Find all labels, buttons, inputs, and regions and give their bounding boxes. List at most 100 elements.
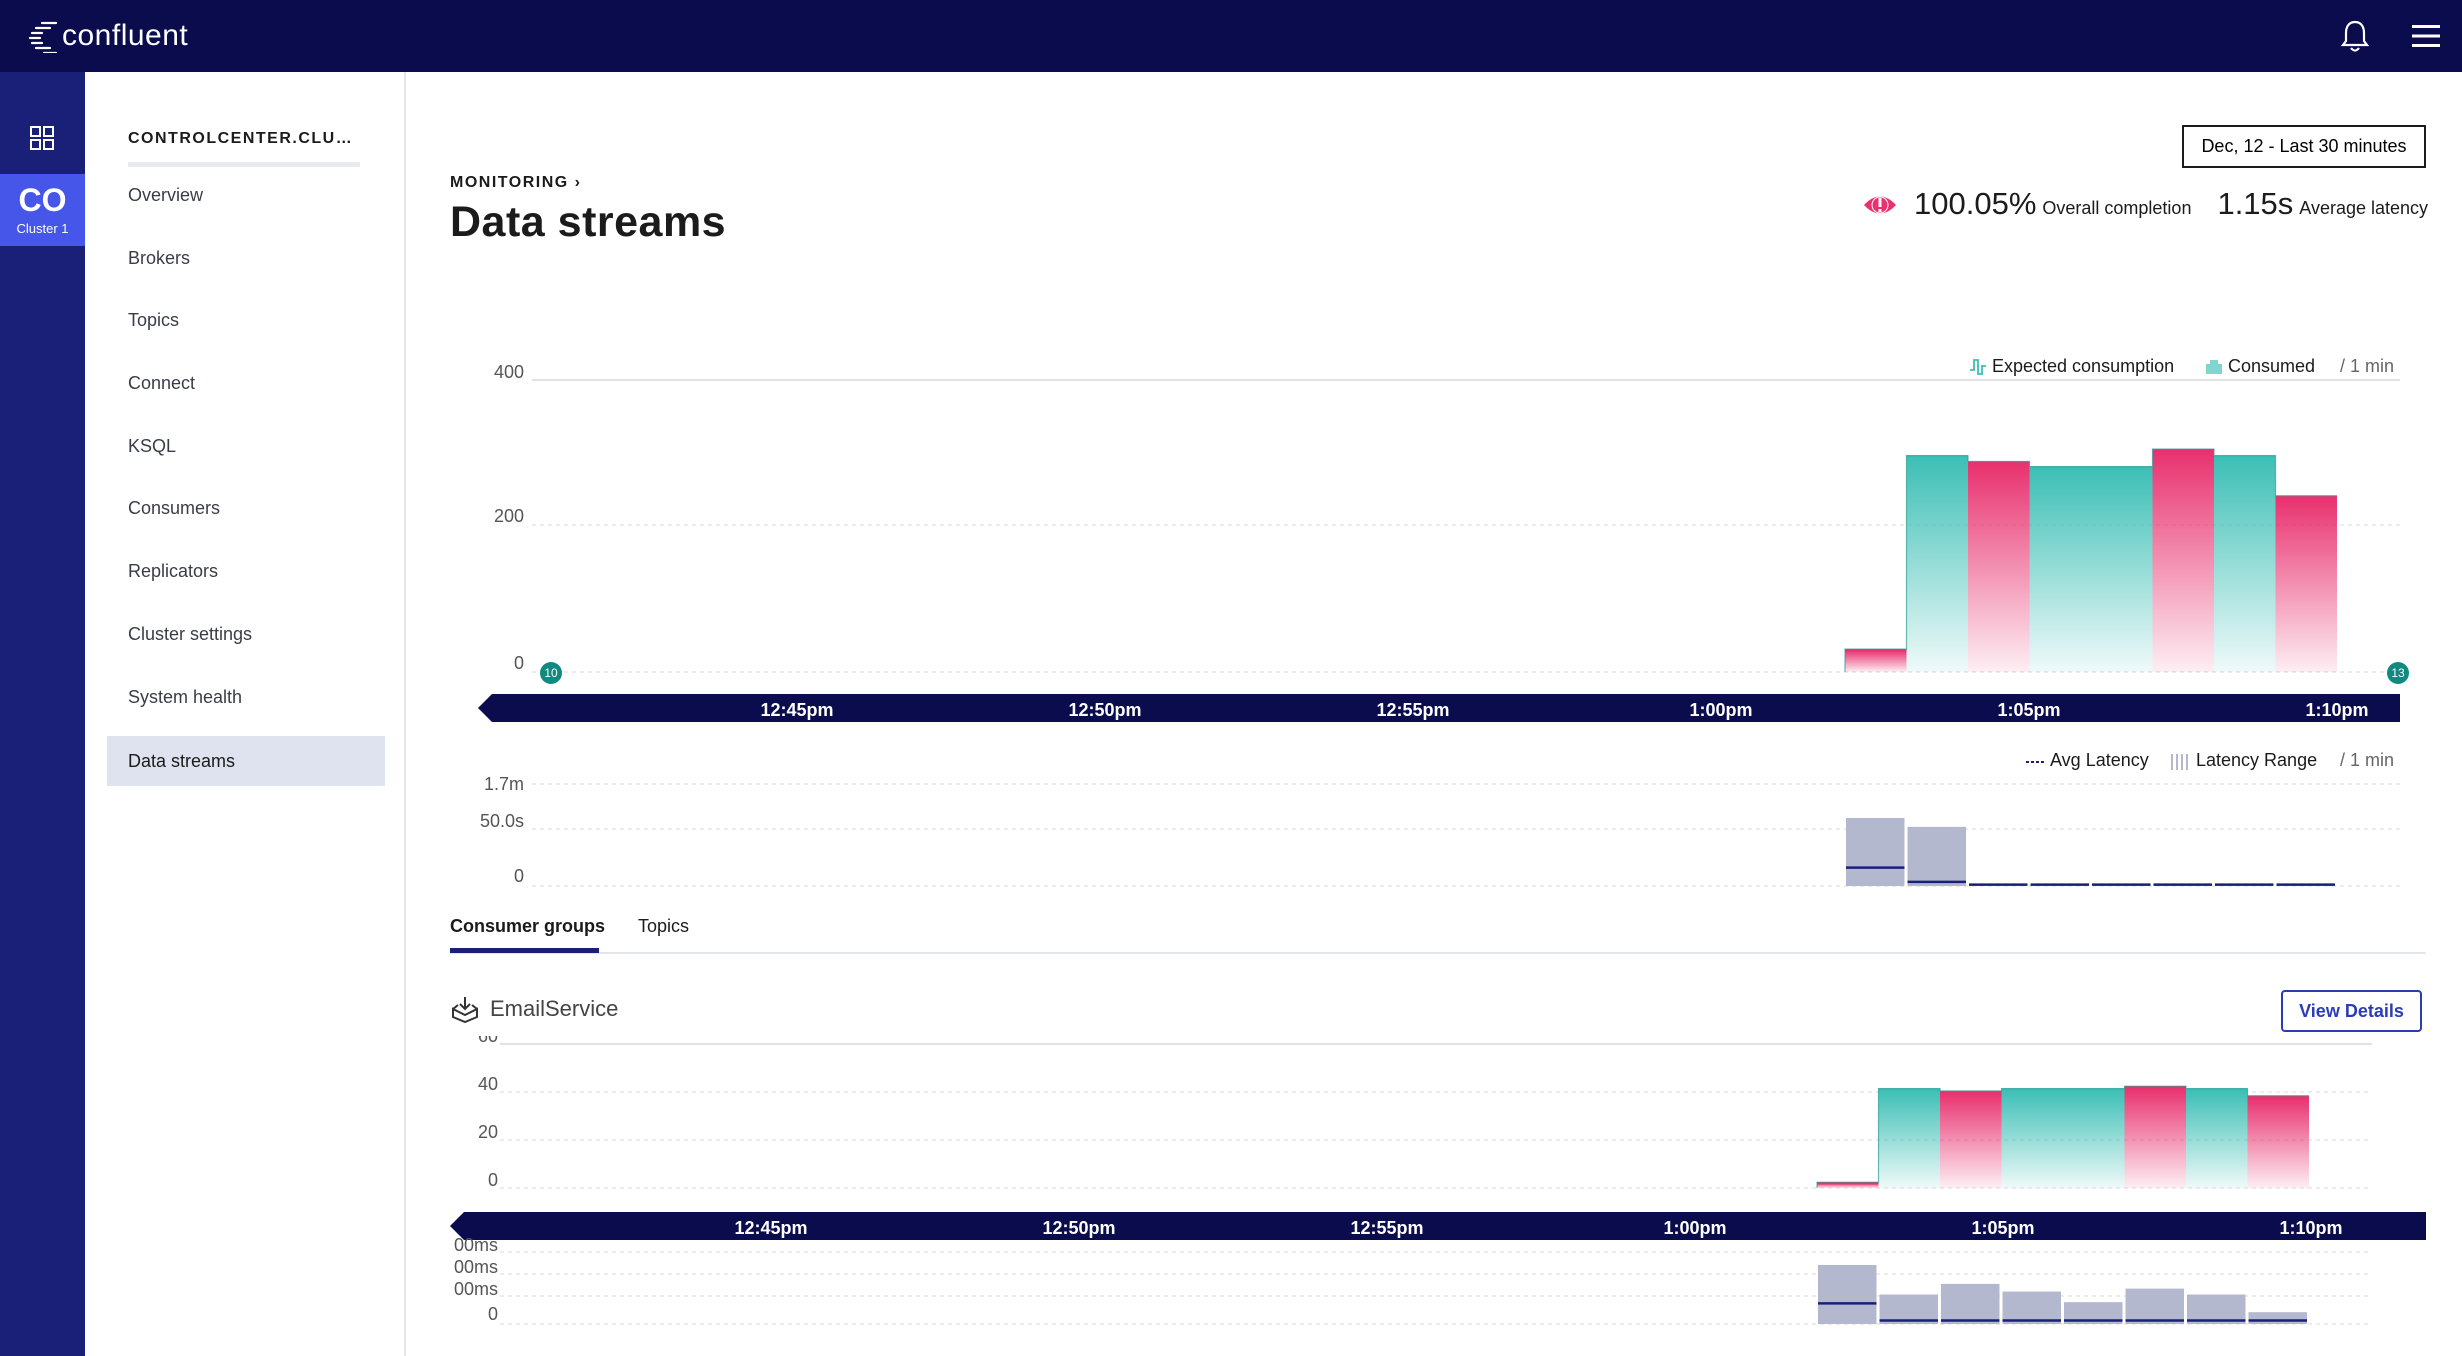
expected-consumption-icon	[1970, 359, 1986, 375]
time-tick-1245: 12:45pm	[760, 700, 833, 720]
view-details-button[interactable]: View Details	[2281, 990, 2422, 1032]
time-tick-100: 1:00pm	[1689, 700, 1752, 720]
latency-legend-interval: / 1 min	[2340, 750, 2394, 770]
consumed-icon-top	[2210, 360, 2218, 364]
legend-latency-range: Latency Range	[2196, 750, 2317, 770]
cg-bar-4	[2063, 1089, 2125, 1188]
nav-item-consumers[interactable]: Consumers	[107, 483, 385, 533]
latency-label: Average latency	[2299, 198, 2429, 218]
cg-lat-y-tick-3: 00ms	[454, 1279, 498, 1299]
consumer-group-name[interactable]: EmailService	[490, 996, 618, 1022]
cg-time-tick-1245: 12:45pm	[734, 1218, 807, 1238]
cg-bar-3	[2001, 1089, 2063, 1188]
completion-value: 100.05%	[1914, 186, 2037, 221]
main-chart-legend: Expected consumption Consumed / 1 min	[1970, 356, 2394, 376]
cg-y-tick-20: 20	[478, 1122, 498, 1142]
cg-y-tick-0: 0	[488, 1170, 498, 1190]
tab-consumer-groups[interactable]: Consumer groups	[450, 916, 605, 937]
consumer-group-header: EmailService	[450, 992, 618, 1026]
nav-item-system-health[interactable]: System health	[107, 672, 385, 722]
latency-range-icon	[2171, 754, 2188, 770]
top-bar: confluent	[0, 0, 2462, 72]
latency-legend: Avg Latency Latency Range / 1 min	[2026, 750, 2394, 770]
cg-bar-5	[2124, 1087, 2186, 1188]
latency-y-tick-mid: 50.0s	[480, 811, 524, 831]
cg-time-tick-100: 1:00pm	[1663, 1218, 1726, 1238]
legend-interval: / 1 min	[2340, 356, 2394, 376]
breadcrumb-monitoring[interactable]: MONITORING	[450, 174, 569, 191]
cg-time-tick-110: 1:10pm	[2279, 1218, 2342, 1238]
cg-lat-y-tick-0: 0	[488, 1304, 498, 1324]
y-tick-400: 400	[494, 362, 524, 382]
alert-eye-icon	[1864, 196, 1896, 214]
breadcrumb[interactable]: MONITORING ›	[450, 174, 581, 192]
nav-item-cluster-settings[interactable]: Cluster settings	[107, 609, 385, 659]
nav-item-overview[interactable]: Overview	[107, 170, 385, 220]
y-tick-0: 0	[514, 653, 524, 673]
confluent-logo[interactable]: confluent	[28, 18, 188, 54]
cluster-label: Cluster 1	[16, 221, 69, 236]
completion-stats: 100.05% Overall completion 1.15s Average…	[1914, 186, 2428, 226]
cg-y-tick-60: 60	[478, 1036, 498, 1046]
breadcrumb-chevron-icon: ›	[574, 174, 582, 191]
cg-latency-range-3	[2002, 1291, 2061, 1324]
nav-item-brokers[interactable]: Brokers	[107, 233, 385, 283]
latency-range-0	[1846, 818, 1905, 886]
latency-chart: Avg Latency Latency Range / 1 min 1.7m 5…	[480, 750, 2400, 887]
cg-latency-range-0	[1818, 1265, 1877, 1324]
main-bar-2	[1968, 462, 2030, 672]
main-bar-7	[2275, 496, 2337, 672]
main-throughput-chart: Expected consumption Consumed / 1 min 40…	[478, 356, 2409, 722]
date-range-button[interactable]: Dec, 12 - Last 30 minutes	[2182, 125, 2426, 168]
legend-consumed: Consumed	[2228, 356, 2315, 376]
consumer-group-icon	[452, 997, 478, 1023]
cg-bar-6	[2186, 1089, 2248, 1188]
main-bar-5	[2152, 450, 2214, 672]
latency-bars	[1846, 818, 2335, 886]
main-bar-0	[1845, 650, 1907, 672]
latency-y-tick-top: 1.7m	[484, 774, 524, 794]
nav-cluster-name: CONTROLCENTER.CLUSTER	[128, 130, 358, 147]
cluster-abbr: CO	[18, 182, 67, 218]
completion-label: Overall completion	[2042, 198, 2192, 218]
cg-bars	[1816, 1085, 2309, 1188]
tab-topics[interactable]: Topics	[638, 916, 689, 937]
y-tick-200: 200	[494, 506, 524, 526]
nav-item-connect[interactable]: Connect	[107, 358, 385, 408]
main-bars	[1844, 448, 2337, 672]
tabs: Consumer groups Topics	[450, 900, 2426, 954]
consumer-group-chart: 60 40 20 0 12:45pm 12:50pm 12:55pm 1:00p…	[450, 1036, 2426, 1325]
nav-item-replicators[interactable]: Replicators	[107, 546, 385, 596]
nav-item-data-streams[interactable]: Data streams	[107, 736, 385, 786]
main-bar-6	[2214, 456, 2276, 672]
cg-bar-2	[1940, 1092, 2002, 1188]
consumed-icon	[2206, 364, 2222, 374]
cluster-switcher[interactable]: CO Cluster 1	[0, 174, 85, 246]
cg-bar-1	[1878, 1089, 1940, 1188]
cg-time-tick-1255: 12:55pm	[1350, 1218, 1423, 1238]
hamburger-menu-icon[interactable]	[2410, 22, 2442, 50]
app-grid-icon[interactable]	[28, 124, 56, 152]
confluent-logo-icon	[28, 21, 58, 53]
time-tick-110: 1:10pm	[2305, 700, 2368, 720]
main-bar-1	[1906, 456, 1968, 672]
page-title: Data streams	[450, 198, 727, 246]
bell-icon[interactable]	[2338, 18, 2372, 54]
cluster-nav: CONTROLCENTER.CLUSTER Overview Brokers T…	[85, 72, 406, 1356]
nav-item-topics[interactable]: Topics	[107, 295, 385, 345]
cg-latency-range-2	[1941, 1283, 2000, 1324]
cg-bar-7	[2247, 1096, 2309, 1188]
nav-item-ksql[interactable]: KSQL	[107, 421, 385, 471]
latency-range-1	[1907, 826, 1966, 886]
main-bar-3	[2029, 467, 2091, 672]
start-badge-label: 10	[544, 666, 558, 680]
time-tick-105: 1:05pm	[1997, 700, 2060, 720]
cg-time-tick-105: 1:05pm	[1971, 1218, 2034, 1238]
cg-lat-y-tick-2: 00ms	[454, 1257, 498, 1277]
cg-y-tick-40: 40	[478, 1074, 498, 1094]
nav-cluster-underline	[128, 162, 360, 167]
time-tick-1255: 12:55pm	[1376, 700, 1449, 720]
latency-y-tick-zero: 0	[514, 866, 524, 886]
active-tab-indicator	[450, 948, 599, 953]
end-badge-label: 13	[2391, 666, 2405, 680]
